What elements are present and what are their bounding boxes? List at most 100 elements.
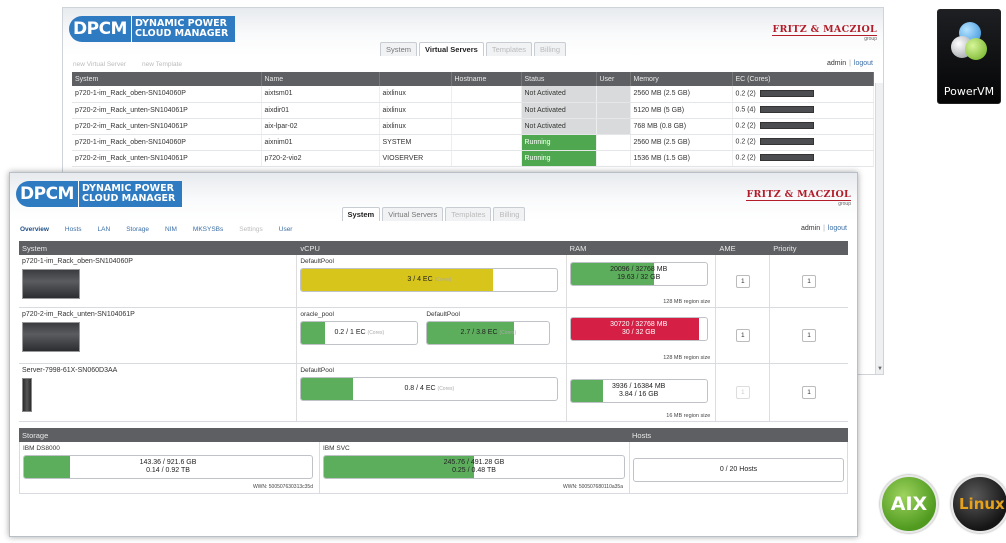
vcpu-unit: (Cores) (367, 330, 385, 336)
cell-ec: 0.2 (2) (732, 86, 874, 103)
vcpu-value: 0.2 / 1 EC (334, 329, 366, 336)
hosts-cell[interactable]: 0 / 20 Hosts (630, 442, 847, 493)
cell-user (596, 118, 631, 135)
ram-bar: 30720 / 32768 MB 30 / 32 GB (569, 317, 708, 341)
ame-input[interactable]: 1 (735, 274, 750, 288)
col-status[interactable]: Status (521, 72, 597, 86)
subnav-storage[interactable]: Storage (126, 226, 149, 233)
storage-wwn: WWN: 500507630313c35d (252, 484, 313, 490)
cell-system: p720-1-im_Rack_oben-SN104060P (72, 134, 262, 151)
table-row[interactable]: p720-1-im_Rack_oben-SN104060P aixnim01 S… (72, 134, 874, 151)
cell-system: p720-2-im_Rack_unten-SN104061P (72, 118, 262, 135)
vcpu-unit: (Cores) (434, 277, 452, 283)
ec-bar (759, 122, 814, 130)
new-virtual-server-link[interactable]: new Virtual Server (73, 61, 126, 68)
ame-input[interactable]: 1 (735, 386, 750, 399)
col-os[interactable] (379, 72, 452, 86)
tab-system[interactable]: System (379, 42, 417, 56)
col-hostname[interactable]: Hostname (451, 72, 522, 86)
dpcm-logo[interactable]: DPCM DYNAMIC POWER CLOUD MANAGER (16, 181, 183, 207)
tab-templates[interactable]: Templates (445, 207, 492, 221)
subnav-overview[interactable]: Overview (20, 226, 49, 233)
storage-item[interactable]: IBM DS8000 143.36 / 921.6 GB 0.14 / 0.92 … (20, 442, 320, 493)
subnav-mksysbs[interactable]: MKSYSBs (193, 226, 223, 233)
system-row[interactable]: p720-2-im_Rack_unten-SN104061P oracle_po… (19, 308, 848, 364)
ec-bar (759, 138, 814, 146)
tab-system[interactable]: System (341, 207, 381, 221)
subnav-settings[interactable]: Settings (239, 226, 263, 233)
subnav: Overview Hosts LAN Storage NIM MKSYSBs S… (10, 221, 857, 237)
ram-mb: 30720 / 32768 MB (610, 321, 668, 328)
subnav-hosts[interactable]: Hosts (65, 226, 82, 233)
system-name[interactable]: p720-1-im_Rack_oben-SN104060P (22, 258, 293, 265)
cell-name: aixtsm01 (261, 86, 380, 103)
tab-billing[interactable]: Billing (534, 42, 567, 56)
vcpu-bar: 0.8 / 4 EC (Cores) (300, 377, 559, 401)
col-name[interactable]: Name (261, 72, 380, 86)
priority-cell: 1 (770, 364, 848, 421)
cell-name: aixdir01 (261, 102, 380, 119)
logo-name: DYNAMIC POWER CLOUD MANAGER (130, 16, 236, 42)
cell-status: Running (521, 150, 597, 167)
system-row[interactable]: p720-1-im_Rack_oben-SN104060P DefaultPoo… (19, 255, 848, 308)
pool-name: oracle_pool (300, 311, 334, 318)
table-row[interactable]: p720-1-im_Rack_oben-SN104060P aixtsm01 a… (72, 86, 874, 103)
subnav-lan[interactable]: LAN (98, 226, 111, 233)
cell-status: Running (521, 134, 597, 151)
ram-bar-label: 20096 / 32768 MB 19.63 / 32 GB (571, 263, 707, 285)
logout-link[interactable]: logout (828, 225, 847, 232)
cell-status: Not Activated (521, 118, 597, 135)
brand-logo: FRITZ & MACZIOL group (772, 24, 877, 42)
col-ec[interactable]: EC (Cores) (732, 72, 874, 86)
priority-input[interactable]: 1 (802, 386, 817, 399)
ame-input[interactable]: 1 (735, 329, 750, 342)
priority-input[interactable]: 1 (802, 274, 817, 288)
storage-gb: 245.76 / 491.28 GB (443, 459, 505, 466)
cell-hostname (451, 86, 522, 103)
system-row[interactable]: Server-7998-61X-SN060D3AA DefaultPool 0.… (19, 364, 848, 422)
system-name[interactable]: Server-7998-61X-SN060D3AA (22, 367, 293, 374)
tab-virtual-servers[interactable]: Virtual Servers (419, 42, 484, 56)
new-template-link[interactable]: new Template (142, 61, 182, 68)
logout-link[interactable]: logout (854, 60, 873, 67)
col-memory[interactable]: Memory (630, 72, 733, 86)
storage-header: Storage Hosts (19, 428, 848, 442)
storage-bar: 143.36 / 921.6 GB 0.14 / 0.92 TB (23, 455, 313, 479)
col-user[interactable]: User (596, 72, 631, 86)
user-area: admin | logout (801, 225, 847, 232)
system-name[interactable]: p720-2-im_Rack_unten-SN104061P (22, 311, 293, 318)
cell-os: aixlinux (379, 86, 452, 103)
ame-cell: 1 (716, 364, 771, 421)
scroll-down-icon[interactable]: ▼ (877, 366, 883, 372)
tab-templates[interactable]: Templates (485, 42, 532, 56)
vcpu-bar: 3 / 4 EC (Cores) (300, 268, 559, 292)
dpcm-logo[interactable]: DPCM DYNAMIC POWER CLOUD MANAGER (69, 16, 236, 42)
brand-logo: FRITZ & MACZIOL group (746, 189, 851, 207)
tab-billing[interactable]: Billing (493, 207, 526, 221)
storage-item[interactable]: IBM SVC 245.76 / 491.28 GB 0.25 / 0.48 TB… (320, 442, 630, 493)
cell-status: Not Activated (521, 102, 597, 119)
pool: DefaultPool 2.7 / 3.8 EC (Cores) (426, 311, 551, 360)
subnav-nim[interactable]: NIM (165, 226, 177, 233)
col-ame: AME (719, 243, 736, 253)
scrollbar[interactable]: ▼ (875, 83, 883, 374)
ec-value: 0.2 (2) (735, 90, 756, 98)
server-image (22, 269, 80, 299)
cell-user (596, 150, 631, 167)
tab-virtual-servers[interactable]: Virtual Servers (382, 207, 444, 221)
col-system[interactable]: System (72, 72, 262, 86)
table-row[interactable]: p720-2-im_Rack_unten-SN104061P p720-2-vi… (72, 150, 874, 167)
table-row[interactable]: p720-2-im_Rack_unten-SN104061P aix-lpar-… (72, 118, 874, 135)
subnav-user[interactable]: User (279, 226, 293, 233)
ec-bar (759, 154, 814, 162)
header: DPCM DYNAMIC POWER CLOUD MANAGER FRITZ &… (63, 8, 883, 56)
storage-bar: 245.76 / 491.28 GB 0.25 / 0.48 TB (323, 455, 625, 479)
virtual-servers-table: System Name Hostname Status User Memory … (72, 72, 874, 167)
priority-input[interactable]: 1 (802, 329, 817, 342)
cell-status: Not Activated (521, 86, 597, 103)
table-row[interactable]: p720-2-im_Rack_unten-SN104061P aixdir01 … (72, 102, 874, 119)
ec-value: 0.2 (2) (735, 154, 756, 162)
cell-memory: 5120 MB (5 GB) (630, 102, 733, 119)
col-system: System (22, 243, 48, 253)
vcpu-bar: 0.2 / 1 EC (Cores) (300, 321, 419, 345)
